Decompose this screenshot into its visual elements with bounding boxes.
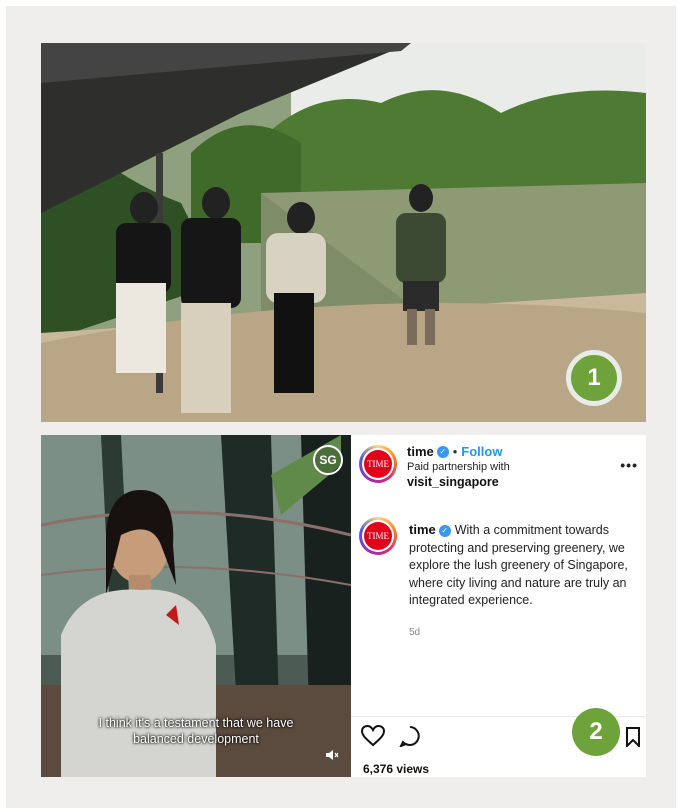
follow-button[interactable]: Follow (461, 444, 502, 459)
verified-icon: ✓ (436, 445, 449, 458)
post-timestamp: 5d (409, 627, 421, 638)
post-header: time ✓ • Follow (407, 443, 502, 461)
caption-avatar[interactable]: TIME (359, 517, 397, 555)
avatar-logo: TIME (364, 450, 392, 478)
partner-link[interactable]: visit_singapore (407, 475, 499, 489)
partnership-label: Paid partnership with (407, 461, 510, 473)
avatar[interactable]: TIME (359, 445, 397, 483)
separator-dot: • (452, 444, 458, 459)
channel-badge: SG (313, 445, 343, 475)
views-count: 6,376 views (363, 762, 430, 776)
wetland-photo (41, 43, 646, 422)
bookmark-icon[interactable] (625, 727, 641, 747)
video-player[interactable]: SG I think it's a testament that we have… (41, 435, 351, 777)
mute-icon[interactable] (325, 749, 339, 761)
step-badge-2: 2 (572, 708, 620, 756)
caption-line-2: balanced development (133, 732, 259, 746)
caption-line-1: I think it's a testament that we have (98, 716, 294, 730)
like-heart-icon[interactable] (361, 725, 385, 747)
username[interactable]: time (407, 444, 434, 459)
caption-avatar-logo: TIME (364, 522, 392, 550)
video-caption: I think it's a testament that we have ba… (41, 715, 351, 747)
step-badge-1: 1 (566, 350, 622, 406)
comment-icon[interactable] (399, 725, 421, 747)
more-options-icon[interactable]: ••• (620, 457, 638, 473)
caption-username[interactable]: time (409, 522, 436, 537)
caption-verified-icon: ✓ (438, 524, 451, 537)
post-caption: time ✓ With a commitment towards protectin… (409, 521, 634, 610)
